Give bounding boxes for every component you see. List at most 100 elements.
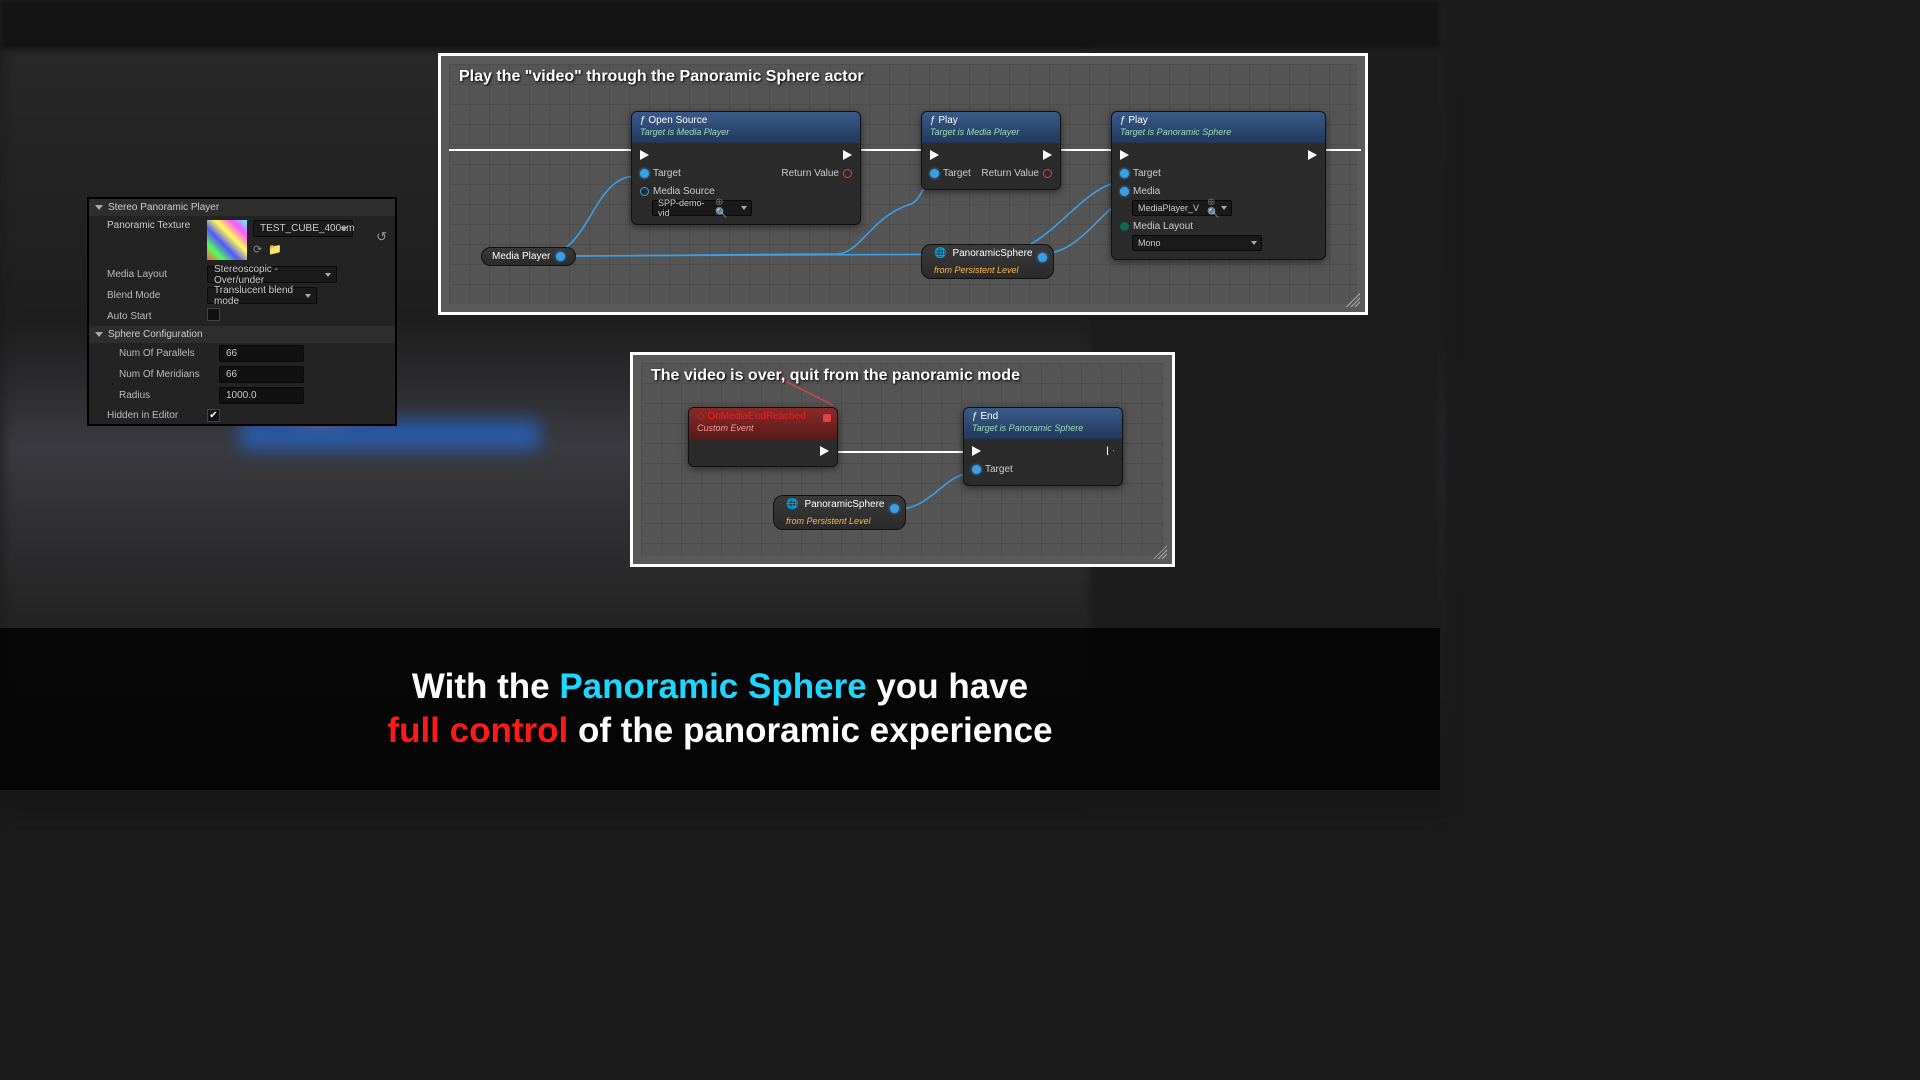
browse-icon[interactable]: 📁	[268, 243, 282, 256]
auto-start-checkbox[interactable]	[207, 308, 220, 321]
media-pin[interactable]: Media	[1120, 186, 1160, 197]
node-subtitle: Target is Panoramic Sphere	[972, 423, 1114, 434]
meridians-label: Num Of Meridians	[119, 369, 219, 380]
node-header: ƒ Open Source Target is Media Player	[632, 112, 860, 143]
var-label: PanoramicSphere	[952, 248, 1032, 259]
media-layout-dropdown[interactable]: Mono	[1132, 235, 1262, 251]
exec-in-pin[interactable]	[1120, 150, 1129, 160]
exec-in-pin[interactable]	[640, 150, 649, 160]
exec-in-pin[interactable]	[930, 150, 939, 160]
blend-mode-dropdown[interactable]: Translucent blend mode	[207, 287, 317, 304]
resize-handle[interactable]	[1153, 545, 1167, 559]
node-header: ◇ OnMediaEndReached Custom Event	[689, 408, 837, 439]
dropdown-value: SPP-demo-vid	[658, 198, 707, 218]
media-layout-dropdown[interactable]: Stereoscopic - Over/under	[207, 266, 337, 283]
panoramic-texture-label: Panoramic Texture	[107, 220, 207, 231]
var-sublabel: from Persistent Level	[934, 265, 1019, 275]
node-custom-event[interactable]: ◇ OnMediaEndReached Custom Event	[688, 407, 838, 467]
media-layout-pin[interactable]: Media Layout	[1120, 221, 1193, 232]
target-pin[interactable]: Target	[930, 168, 971, 179]
node-title: Play	[1128, 115, 1147, 126]
target-pin[interactable]: Target	[640, 168, 681, 179]
exec-out-pin[interactable]	[1043, 150, 1052, 160]
meridians-input[interactable]	[219, 366, 304, 383]
media-source-pin[interactable]: Media Source	[640, 186, 715, 197]
caption-text: With the Panoramic Sphere you have full …	[387, 665, 1052, 753]
graph-comment-title: Play the "video" through the Panoramic S…	[459, 68, 864, 86]
node-header: ƒ Play Target is Media Player	[922, 112, 1060, 143]
pin-label: Target	[943, 168, 971, 179]
node-title: Play	[938, 115, 957, 126]
output-pin-icon[interactable]	[1038, 253, 1047, 262]
var-node-media-player[interactable]: Media Player	[481, 247, 576, 266]
section-title: Stereo Panoramic Player	[108, 202, 219, 213]
var-label: PanoramicSphere	[804, 499, 884, 510]
exec-out-pin[interactable]	[843, 150, 852, 160]
caption-highlight-cyan: Panoramic Sphere	[559, 667, 866, 706]
texture-asset-dropdown[interactable]: TEST_CUBE_400cm	[253, 220, 353, 237]
search-icon[interactable]: ⊕ 🔍	[715, 197, 735, 219]
section-title: Sphere Configuration	[108, 329, 203, 340]
var-node-panoramic-sphere[interactable]: 🌐 PanoramicSphere from Persistent Level	[773, 495, 906, 530]
pin-label: Target	[653, 168, 681, 179]
blueprint-graph-end: The video is over, quit from the panoram…	[630, 352, 1175, 567]
target-pin[interactable]: Target	[972, 464, 1013, 475]
search-icon[interactable]: ⊕ 🔍	[1207, 197, 1219, 219]
globe-icon: 🌐	[934, 248, 946, 259]
blueprint-graph-play: Play the "video" through the Panoramic S…	[438, 53, 1368, 315]
globe-icon: 🌐	[786, 499, 798, 510]
caption-highlight-red: full control	[387, 711, 568, 750]
radius-label: Radius	[119, 390, 219, 401]
use-selected-icon[interactable]: ⟳	[253, 243, 262, 256]
parallels-label: Num Of Parallels	[119, 348, 219, 359]
media-layout-value: Stereoscopic - Over/under	[214, 264, 318, 286]
delegate-pin-icon[interactable]	[823, 414, 831, 422]
texture-thumbnail[interactable]	[207, 220, 247, 260]
node-play-sphere[interactable]: ƒ Play Target is Panoramic Sphere Target…	[1111, 111, 1326, 260]
pin-label: Media Source	[653, 186, 715, 197]
hidden-editor-checkbox[interactable]: ✔	[207, 409, 220, 422]
dropdown-value: MediaPlayer_V	[1138, 203, 1199, 213]
pin-label: Target	[1133, 168, 1161, 179]
var-label: Media Player	[492, 251, 550, 262]
node-end[interactable]: ƒ End Target is Panoramic Sphere Target	[963, 407, 1123, 486]
target-pin[interactable]: Target	[1120, 168, 1161, 179]
output-pin-icon[interactable]	[890, 504, 899, 513]
parallels-input[interactable]	[219, 345, 304, 362]
exec-in-pin[interactable]	[972, 446, 981, 456]
media-source-dropdown[interactable]: SPP-demo-vid ⊕ 🔍	[652, 200, 752, 216]
details-panel: ↺ Stereo Panoramic Player Panoramic Text…	[87, 197, 397, 426]
media-layout-label: Media Layout	[107, 269, 207, 280]
hidden-editor-label: Hidden in Editor	[107, 410, 207, 421]
section-header-player[interactable]: Stereo Panoramic Player	[89, 199, 395, 216]
caption-part: you have	[867, 667, 1028, 706]
node-header: ƒ End Target is Panoramic Sphere	[964, 408, 1122, 439]
graph-comment-title: The video is over, quit from the panoram…	[651, 367, 1020, 385]
node-subtitle: Target is Media Player	[930, 127, 1052, 138]
pin-label: Media	[1133, 186, 1160, 197]
return-value-pin[interactable]: Return Value	[981, 168, 1052, 179]
pin-label: Target	[985, 464, 1013, 475]
node-subtitle: Custom Event	[697, 423, 829, 434]
reset-to-default-icon[interactable]: ↺	[376, 229, 387, 245]
exec-out-pin[interactable]	[1107, 446, 1114, 455]
node-subtitle: Target is Media Player	[640, 127, 852, 138]
node-title: End	[980, 411, 998, 422]
caption-bar: With the Panoramic Sphere you have full …	[0, 628, 1440, 790]
auto-start-label: Auto Start	[107, 311, 207, 322]
exec-out-pin[interactable]	[1308, 150, 1317, 160]
return-value-pin[interactable]: Return Value	[781, 168, 852, 179]
section-header-sphere[interactable]: Sphere Configuration	[89, 326, 395, 343]
node-open-source[interactable]: ƒ Open Source Target is Media Player Tar…	[631, 111, 861, 225]
pin-label: Return Value	[981, 168, 1039, 179]
caption-part: With the	[412, 667, 559, 706]
resize-handle[interactable]	[1346, 293, 1360, 307]
var-sublabel: from Persistent Level	[786, 516, 871, 526]
expand-icon	[95, 332, 103, 337]
exec-out-pin[interactable]	[820, 446, 829, 456]
node-play-media[interactable]: ƒ Play Target is Media Player Target Ret…	[921, 111, 1061, 190]
output-pin-icon[interactable]	[556, 252, 565, 261]
media-dropdown[interactable]: MediaPlayer_V ⊕ 🔍	[1132, 200, 1232, 216]
var-node-panoramic-sphere[interactable]: 🌐 PanoramicSphere from Persistent Level	[921, 244, 1054, 279]
radius-input[interactable]	[219, 387, 304, 404]
